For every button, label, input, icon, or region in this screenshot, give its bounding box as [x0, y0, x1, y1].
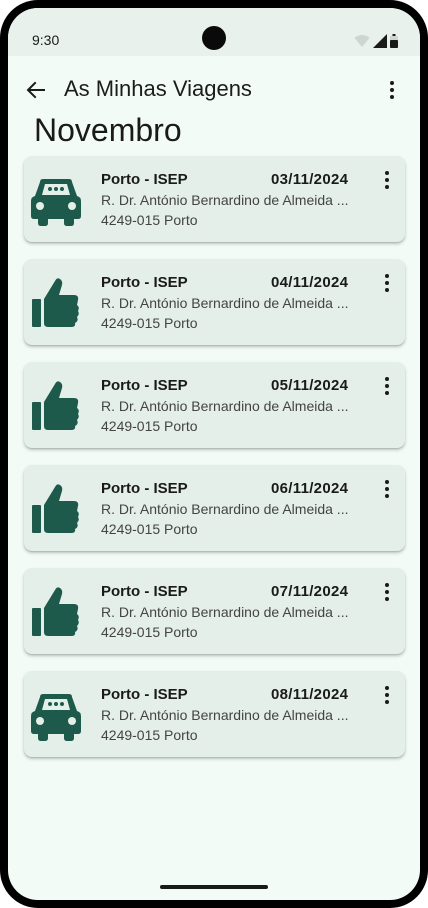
thumbs-up-icon [32, 278, 79, 327]
trip-more-button[interactable] [375, 168, 399, 192]
trip-date: 07/11/2024 [271, 583, 349, 600]
trip-address-line2: 4249-015 Porto [101, 418, 198, 434]
trip-icon [28, 687, 84, 743]
month-heading: Novembro [34, 112, 182, 148]
trip-more-button[interactable] [375, 374, 399, 398]
more-vert-icon [385, 171, 389, 189]
trip-card[interactable]: Porto - ISEP 07/11/2024 R. Dr. António B… [24, 568, 405, 654]
trip-icon [28, 584, 84, 640]
home-indicator[interactable] [160, 885, 268, 889]
trip-address-line1: R. Dr. António Bernardino de Almeida ... [101, 295, 349, 311]
trip-address-line1: R. Dr. António Bernardino de Almeida ... [101, 192, 349, 208]
trip-name: Porto - ISEP [101, 686, 188, 703]
trip-card[interactable]: Porto - ISEP 08/11/2024 R. Dr. António B… [24, 671, 405, 757]
trip-card[interactable]: Porto - ISEP 05/11/2024 R. Dr. António B… [24, 362, 405, 448]
trip-name: Porto - ISEP [101, 377, 188, 394]
status-icons [354, 34, 398, 48]
car-icon [31, 179, 81, 226]
status-bar: 9:30 [8, 8, 420, 56]
more-vert-icon [390, 81, 394, 99]
back-button[interactable] [22, 76, 50, 104]
trip-date: 03/11/2024 [271, 171, 349, 188]
trip-name: Porto - ISEP [101, 583, 188, 600]
trip-more-button[interactable] [375, 271, 399, 295]
car-icon [31, 694, 81, 741]
trip-name: Porto - ISEP [101, 171, 188, 188]
trip-address-line2: 4249-015 Porto [101, 315, 198, 331]
camera-cutout [202, 26, 226, 50]
trip-address-line1: R. Dr. António Bernardino de Almeida ... [101, 707, 349, 723]
trip-name: Porto - ISEP [101, 274, 188, 291]
thumbs-up-icon [32, 484, 79, 533]
trip-address-line2: 4249-015 Porto [101, 624, 198, 640]
more-vert-icon [385, 274, 389, 292]
trip-card[interactable]: Porto - ISEP 03/11/2024 R. Dr. António B… [24, 156, 405, 242]
more-options-button[interactable] [380, 78, 404, 102]
trip-card[interactable]: Porto - ISEP 04/11/2024 R. Dr. António B… [24, 259, 405, 345]
app-bar: As Minhas Viagens [8, 68, 420, 112]
more-vert-icon [385, 377, 389, 395]
thumbs-up-icon [32, 587, 79, 636]
trip-address-line1: R. Dr. António Bernardino de Almeida ... [101, 398, 349, 414]
arrow-back-icon [26, 81, 45, 99]
trip-date: 05/11/2024 [271, 377, 349, 394]
trip-more-button[interactable] [375, 580, 399, 604]
trip-address-line1: R. Dr. António Bernardino de Almeida ... [101, 501, 349, 517]
trip-icon [28, 275, 84, 331]
battery-icon [390, 34, 398, 48]
wifi-icon [354, 35, 370, 47]
trip-address-line2: 4249-015 Porto [101, 727, 198, 743]
trip-date: 04/11/2024 [271, 274, 349, 291]
page-title: As Minhas Viagens [64, 76, 252, 101]
trip-icon [28, 378, 84, 434]
trip-more-button[interactable] [375, 683, 399, 707]
more-vert-icon [385, 480, 389, 498]
more-vert-icon [385, 686, 389, 704]
trip-icon [28, 481, 84, 537]
trip-date: 06/11/2024 [271, 480, 349, 497]
status-time: 9:30 [32, 32, 60, 48]
signal-icon [373, 34, 387, 48]
device-frame: 9:30 As Minhas Viagens Novembro Porto - … [0, 0, 428, 908]
screen: 9:30 As Minhas Viagens Novembro Porto - … [8, 8, 420, 900]
trip-icon [28, 172, 84, 228]
more-vert-icon [385, 583, 389, 601]
trip-list: Porto - ISEP 03/11/2024 R. Dr. António B… [24, 156, 405, 774]
trip-address-line1: R. Dr. António Bernardino de Almeida ... [101, 604, 349, 620]
trip-name: Porto - ISEP [101, 480, 188, 497]
thumbs-up-icon [32, 381, 79, 430]
trip-address-line2: 4249-015 Porto [101, 212, 198, 228]
trip-card[interactable]: Porto - ISEP 06/11/2024 R. Dr. António B… [24, 465, 405, 551]
trip-address-line2: 4249-015 Porto [101, 521, 198, 537]
trip-more-button[interactable] [375, 477, 399, 501]
trip-date: 08/11/2024 [271, 686, 349, 703]
